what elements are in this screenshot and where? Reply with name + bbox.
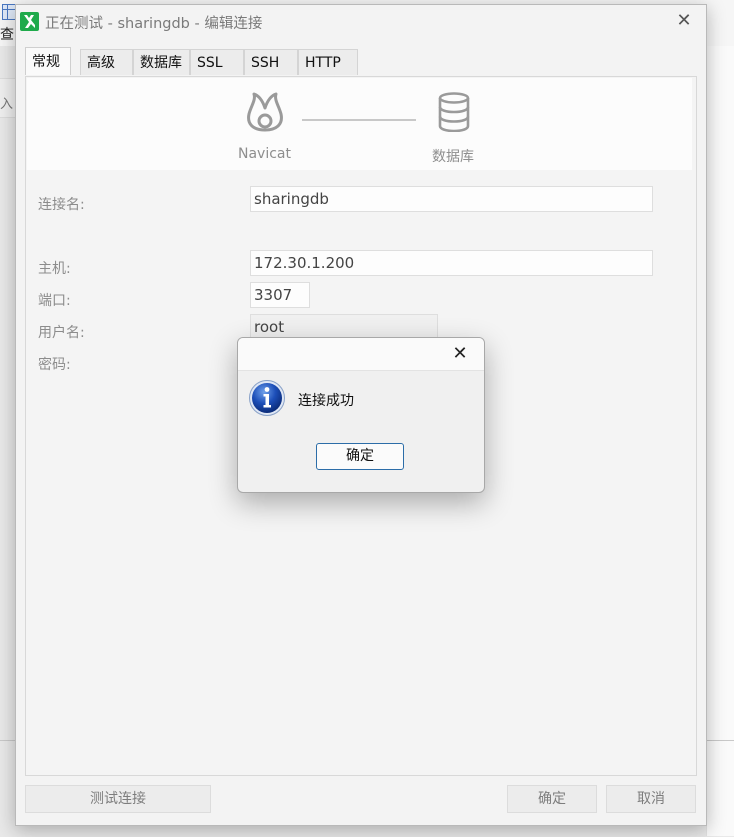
navicat-label: Navicat bbox=[238, 146, 291, 162]
host-input[interactable]: 172.30.1.200 bbox=[250, 250, 653, 276]
tab-databases[interactable]: 数据库 bbox=[133, 49, 190, 75]
connection-name-label: 连接名: bbox=[38, 197, 85, 213]
connection-diagram: Navicat 数据库 bbox=[27, 78, 692, 170]
password-label: 密码: bbox=[38, 357, 71, 373]
connection-name-input[interactable]: sharingdb bbox=[250, 186, 653, 212]
host-label: 主机: bbox=[38, 261, 71, 277]
port-input[interactable]: 3307 bbox=[250, 282, 310, 308]
connection-success-message-box: ✕ 连接成功 确定 bbox=[237, 337, 485, 493]
test-connection-button[interactable]: 测试连接 bbox=[25, 785, 211, 813]
database-icon bbox=[438, 92, 470, 136]
navicat-app-icon bbox=[20, 12, 39, 31]
database-label: 数据库 bbox=[432, 149, 474, 165]
message-text: 连接成功 bbox=[298, 393, 354, 409]
cancel-button[interactable]: 取消 bbox=[606, 785, 696, 813]
dialog-titlebar: 正在测试 - sharingdb - 编辑连接 ✕ bbox=[16, 5, 706, 39]
port-label: 端口: bbox=[38, 293, 71, 309]
message-ok-button[interactable]: 确定 bbox=[316, 443, 404, 470]
navicat-logo-icon bbox=[242, 90, 288, 138]
message-box-titlebar: ✕ bbox=[238, 338, 484, 371]
dialog-title: 正在测试 - sharingdb - 编辑连接 bbox=[45, 16, 263, 32]
background-label-input: 入 bbox=[0, 97, 14, 112]
close-icon[interactable]: ✕ bbox=[448, 341, 472, 367]
tab-ssh[interactable]: SSH bbox=[244, 49, 298, 75]
tab-ssl[interactable]: SSL bbox=[190, 49, 244, 75]
tab-general[interactable]: 常规 bbox=[25, 47, 71, 75]
close-icon[interactable]: ✕ bbox=[672, 9, 696, 33]
info-icon bbox=[248, 379, 286, 417]
username-label: 用户名: bbox=[38, 325, 85, 341]
background-right-panel bbox=[706, 46, 734, 836]
ok-button[interactable]: 确定 bbox=[507, 785, 597, 813]
tab-advanced[interactable]: 高级 bbox=[80, 49, 133, 75]
tab-http[interactable]: HTTP bbox=[298, 49, 358, 75]
connection-line bbox=[302, 119, 416, 121]
background-label-query: 查 bbox=[0, 27, 14, 43]
